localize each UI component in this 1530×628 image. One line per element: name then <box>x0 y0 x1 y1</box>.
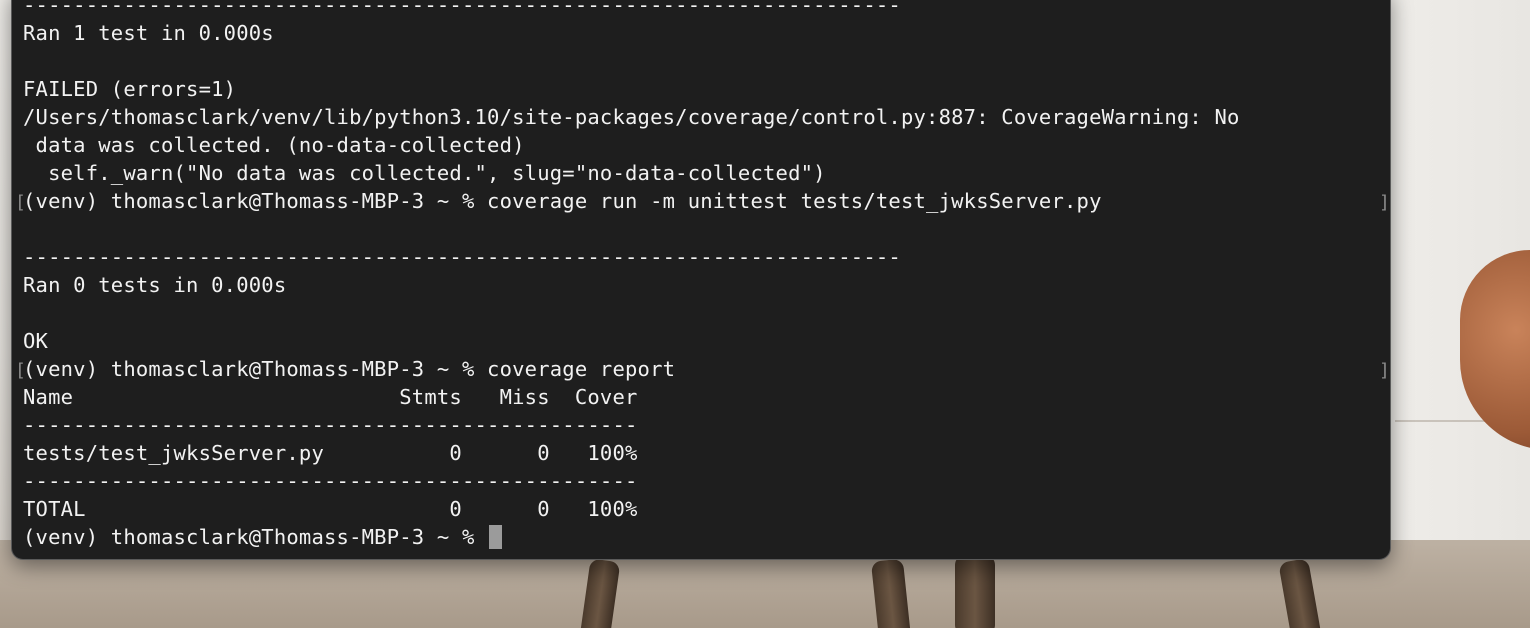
active-prompt-line[interactable]: (venv) thomasclark@Thomass-MBP-3 ~ % <box>23 523 503 551</box>
warning-source-line: self._warn("No data was collected.", slu… <box>23 161 826 185</box>
warning-line-continued: data was collected. (no-data-collected) <box>23 133 525 157</box>
report-separator: ----------------------------------------… <box>23 413 638 437</box>
command-mark-right: ] <box>1379 192 1390 213</box>
ok-status-line: OK <box>23 329 49 353</box>
report-row: tests/test_jwksServer.py 0 0 100% <box>23 441 638 465</box>
report-header-row: Name Stmts Miss Cover <box>23 385 638 409</box>
report-total-row: TOTAL 0 0 100% <box>23 497 638 521</box>
prompt-text: (venv) thomasclark@Thomass-MBP-3 ~ % <box>23 525 488 549</box>
separator-line: ----------------------------------------… <box>23 245 901 269</box>
test-result-line: Ran 0 tests in 0.000s <box>23 273 287 297</box>
warning-line: /Users/thomasclark/venv/lib/python3.10/s… <box>23 105 1240 129</box>
stool-leg <box>955 555 995 628</box>
command-prompt-line: (venv) thomasclark@Thomass-MBP-3 ~ % cov… <box>23 189 1102 213</box>
command-mark-left: [ <box>15 360 26 381</box>
test-result-line: Ran 1 test in 0.000s <box>23 21 274 45</box>
text-cursor <box>489 525 503 549</box>
command-mark-right: ] <box>1379 360 1390 381</box>
command-mark-left: [ <box>15 192 26 213</box>
command-prompt-line: (venv) thomasclark@Thomass-MBP-3 ~ % cov… <box>23 357 676 381</box>
separator-line: ----------------------------------------… <box>23 0 901 17</box>
report-separator: ----------------------------------------… <box>23 469 638 493</box>
failed-status-line: FAILED (errors=1) <box>23 77 237 101</box>
terminal-window[interactable]: ----------------------------------------… <box>11 0 1391 560</box>
